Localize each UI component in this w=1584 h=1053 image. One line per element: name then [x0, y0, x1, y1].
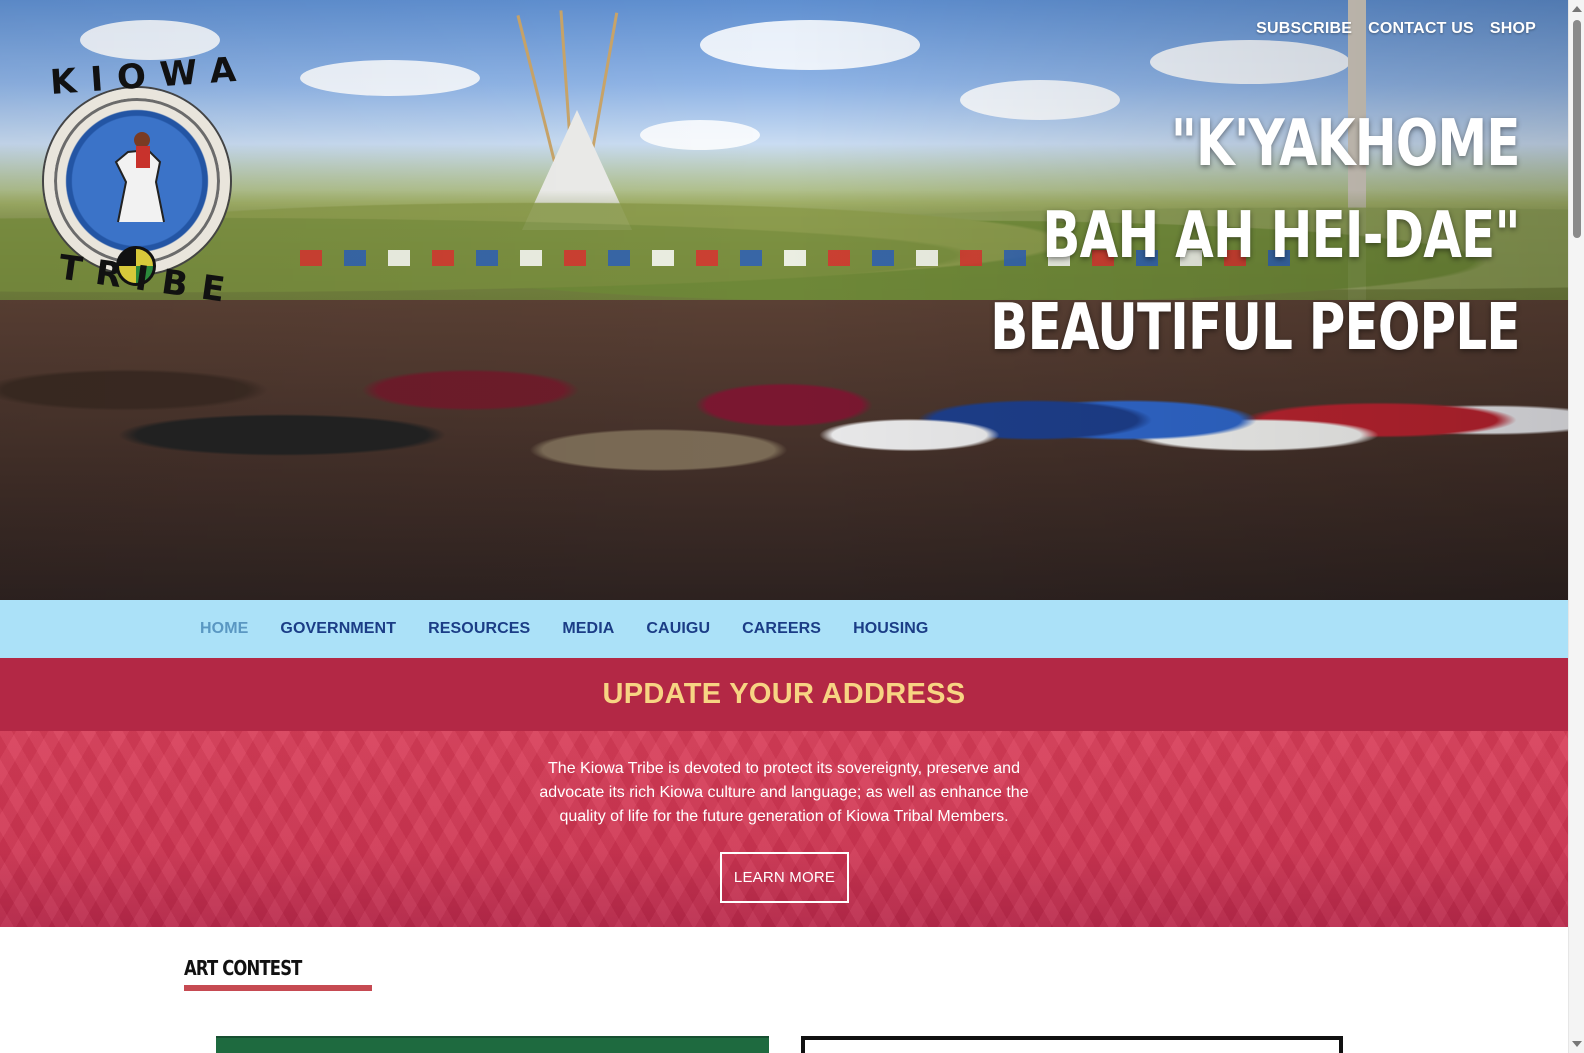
- nav-item-home[interactable]: HOME: [200, 620, 248, 638]
- art-contest-card[interactable]: [216, 1036, 769, 1053]
- horse-rider-icon: [114, 132, 165, 223]
- scroll-thumb[interactable]: [1573, 20, 1581, 238]
- hero-title-line: "K'YAKHOME: [1171, 107, 1521, 181]
- nav-item-cauigu[interactable]: CAUIGU: [646, 620, 710, 638]
- shop-link[interactable]: SHOP: [1490, 20, 1536, 38]
- page-scrollbar[interactable]: [1568, 0, 1584, 1053]
- top-links: SUBSCRIBE CONTACT US SHOP: [1256, 20, 1536, 38]
- art-contest-card[interactable]: [801, 1036, 1343, 1053]
- mission-text: The Kiowa Tribe is devoted to protect it…: [539, 760, 1029, 825]
- main-nav: HOME GOVERNMENT RESOURCES MEDIA CAUIGU C…: [0, 600, 1568, 658]
- update-address-heading[interactable]: UPDATE YOUR ADDRESS: [603, 678, 966, 711]
- hero-title-line: BEAUTIFUL PEOPLE: [990, 291, 1521, 365]
- learn-more-button[interactable]: LEARN MORE: [720, 852, 849, 903]
- update-address-banner[interactable]: UPDATE YOUR ADDRESS: [0, 658, 1568, 731]
- subscribe-link[interactable]: SUBSCRIBE: [1256, 20, 1352, 38]
- hero-title: "K'YAKHOME BAH AH HEI-DAE" BEAUTIFUL PEO…: [990, 98, 1521, 374]
- nav-item-housing[interactable]: HOUSING: [853, 620, 928, 638]
- hero-banner: KIOWA TRIBE SUBSCRIBE CONTACT US SHOP "K…: [0, 0, 1568, 600]
- hero-title-line: BAH AH HEI-DAE": [1042, 199, 1521, 273]
- logo-top-text: KIOWA: [48, 49, 252, 103]
- nav-item-careers[interactable]: CAREERS: [742, 620, 821, 638]
- nav-item-media[interactable]: MEDIA: [562, 620, 614, 638]
- scroll-down-arrow[interactable]: [1572, 1041, 1582, 1047]
- section-title: ART CONTEST: [184, 956, 302, 980]
- kiowa-tribe-logo[interactable]: KIOWA TRIBE: [36, 49, 251, 316]
- nav-item-government[interactable]: GOVERNMENT: [280, 620, 396, 638]
- section-underline: [184, 985, 372, 991]
- nav-item-resources[interactable]: RESOURCES: [428, 620, 530, 638]
- mission-section: The Kiowa Tribe is devoted to protect it…: [0, 731, 1568, 927]
- contact-us-link[interactable]: CONTACT US: [1368, 20, 1474, 38]
- scroll-up-arrow[interactable]: [1572, 6, 1582, 12]
